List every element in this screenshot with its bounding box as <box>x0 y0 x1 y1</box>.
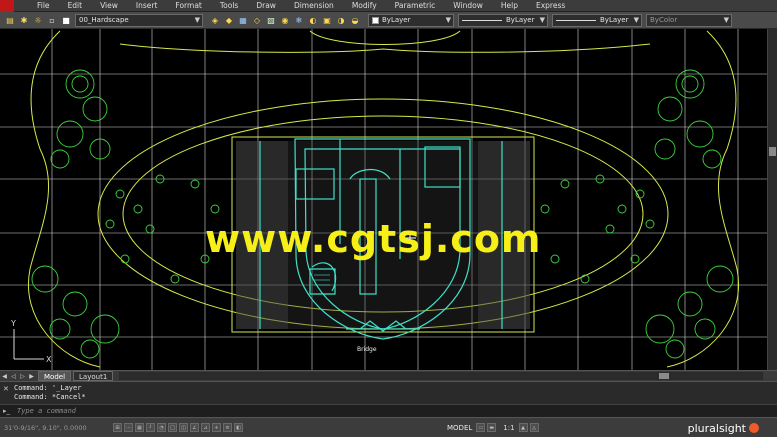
layer-walk-icon[interactable]: ◉ <box>279 14 291 26</box>
menu-window[interactable]: Window <box>444 0 492 12</box>
tab-layout1[interactable]: Layout1 <box>73 371 114 381</box>
quick-view-drawings-icon[interactable]: ▬ <box>487 423 497 432</box>
layer-state-icon[interactable]: ▦ <box>237 14 249 26</box>
quick-view-layouts-icon[interactable]: ▭ <box>476 423 486 432</box>
layer-match-icon[interactable]: ◇ <box>251 14 263 26</box>
object-snap-icon[interactable]: □ <box>168 423 177 432</box>
color-swatch <box>372 16 379 24</box>
snap-mode-icon[interactable]: ⋯ <box>124 423 133 432</box>
model-space-button[interactable]: MODEL <box>444 424 475 432</box>
layer-color-icon: ■ <box>62 15 70 25</box>
lineweight-value: ByLayer <box>600 16 629 24</box>
menu-parametric[interactable]: Parametric <box>386 0 445 12</box>
menu-bar: File Edit View Insert Format Tools Draw … <box>0 0 777 12</box>
drawing-canvas[interactable]: Y X Bridge www.cgtsj.com <box>0 29 767 370</box>
horizontal-scrollbar[interactable] <box>119 372 763 380</box>
command-history: ✕ Command: '_Layer Command: *Cancel* <box>0 381 777 404</box>
last-tab-icon[interactable]: ▶ <box>27 372 36 381</box>
menu-edit[interactable]: Edit <box>59 0 92 12</box>
layer-delete-icon[interactable]: ◒ <box>349 14 361 26</box>
dynamic-input-icon[interactable]: + <box>212 423 221 432</box>
menu-help[interactable]: Help <box>492 0 527 12</box>
coordinate-readout: 31'0-9/16", 9.10", 0.0000 <box>4 423 87 432</box>
layer-iso-icon[interactable]: ▧ <box>265 14 277 26</box>
layer-lock-icon[interactable]: ▣ <box>321 14 333 26</box>
chevron-down-icon: ▼ <box>445 15 451 24</box>
command-history-line: Command: '_Layer <box>14 384 82 392</box>
watermark-text: www.cgtsj.com <box>205 217 542 261</box>
transparency-icon[interactable]: ◧ <box>234 423 243 432</box>
menu-draw[interactable]: Draw <box>247 0 285 12</box>
brand-text: pluralsight <box>687 421 746 435</box>
linetype-value: ByLayer <box>506 16 535 24</box>
layout-tab-row: ◀ ◁ ▷ ▶ Model Layout1 <box>0 370 777 381</box>
polar-tracking-icon[interactable]: ◔ <box>157 423 166 432</box>
bulb-icon[interactable]: ✱ <box>18 14 30 26</box>
infer-constraints-icon[interactable]: ⊞ <box>113 423 122 432</box>
ucs-icon <box>13 329 44 360</box>
annotation-scale[interactable]: 1:1 <box>503 424 514 432</box>
tab-model[interactable]: Model <box>38 371 72 381</box>
brand-logo: pluralsight <box>688 419 759 437</box>
menu-format[interactable]: Format <box>166 0 210 12</box>
chevron-down-icon: ▼ <box>723 15 729 24</box>
layer-previous-icon[interactable]: ◆ <box>223 14 235 26</box>
layer-dropdown[interactable]: 00_Hardscape ▼ <box>75 13 203 27</box>
layer-freeze-icon[interactable]: ❄ <box>293 14 305 26</box>
menu-view[interactable]: View <box>91 0 127 12</box>
lineweight-preview <box>556 19 596 21</box>
close-icon[interactable]: ✕ <box>3 385 9 393</box>
command-line: ▸_ <box>0 404 777 417</box>
layer-value: 00_Hardscape <box>79 16 129 24</box>
sun-icon[interactable]: ☼ <box>32 14 44 26</box>
dynamic-ucs-icon[interactable]: ⊿ <box>201 423 210 432</box>
layer-off-icon[interactable]: ◐ <box>307 14 319 26</box>
chevron-down-icon: ▼ <box>194 15 200 24</box>
menu-modify[interactable]: Modify <box>343 0 386 12</box>
site-plan-drawing: Y X Bridge <box>0 29 767 370</box>
command-input[interactable] <box>17 407 317 415</box>
linetype-dropdown[interactable]: ByLayer ▼ <box>458 13 548 27</box>
command-history-line: Command: *Cancel* <box>14 393 86 401</box>
linetype-preview <box>462 19 502 21</box>
plotstyle-value: ByColor <box>650 16 678 24</box>
menu-insert[interactable]: Insert <box>127 0 167 12</box>
lineweight-icon[interactable]: ≡ <box>223 423 232 432</box>
plotstyle-dropdown[interactable]: ByColor ▼ <box>646 13 732 27</box>
object-snap-tracking-icon[interactable]: ∠ <box>190 423 199 432</box>
menu-tools[interactable]: Tools <box>211 0 247 12</box>
lineweight-dropdown[interactable]: ByLayer ▼ <box>552 13 642 27</box>
menu-express[interactable]: Express <box>527 0 574 12</box>
ucs-x-label: X <box>46 355 52 364</box>
auto-scale-icon[interactable]: ◬ <box>529 423 539 432</box>
ucs-y-label: Y <box>10 319 16 328</box>
app-logo-icon[interactable] <box>0 0 14 12</box>
lock-icon[interactable]: ▫ <box>46 14 58 26</box>
layer-merge-icon[interactable]: ◑ <box>335 14 347 26</box>
chevron-down-icon: ▼ <box>633 15 639 24</box>
command-prompt-icon[interactable]: ▸_ <box>3 407 13 416</box>
next-tab-icon[interactable]: ▷ <box>18 372 27 381</box>
menu-dimension[interactable]: Dimension <box>285 0 343 12</box>
brand-mark-icon <box>749 423 759 433</box>
3d-osnap-icon[interactable]: ◫ <box>179 423 188 432</box>
layer-properties-toolbar: ▤ ✱ ☼ ▫ ■ 00_Hardscape ▼ ◈ ◆ ▦ ◇ ▧ ◉ ❄ ◐… <box>0 12 777 29</box>
vertical-scrollbar[interactable] <box>767 29 777 370</box>
prev-tab-icon[interactable]: ◁ <box>9 372 18 381</box>
layer-properties-icon[interactable]: ▤ <box>4 14 16 26</box>
bridge-label: Bridge <box>357 346 377 353</box>
annotation-visibility-icon[interactable]: ▲ <box>518 423 528 432</box>
chevron-down-icon: ▼ <box>539 15 545 24</box>
grid-display-icon[interactable]: ▦ <box>135 423 144 432</box>
scroll-thumb[interactable] <box>769 147 776 156</box>
ortho-mode-icon[interactable]: ┘ <box>146 423 155 432</box>
status-bar: 31'0-9/16", 9.10", 0.0000 ⊞ ⋯ ▦ ┘ ◔ □ ◫ … <box>0 417 777 437</box>
make-current-icon[interactable]: ◈ <box>209 14 221 26</box>
color-value: ByLayer <box>382 16 411 24</box>
menu-file[interactable]: File <box>28 0 59 12</box>
scroll-thumb[interactable] <box>659 373 670 379</box>
color-dropdown[interactable]: ByLayer ▼ <box>368 13 454 27</box>
first-tab-icon[interactable]: ◀ <box>0 372 9 381</box>
